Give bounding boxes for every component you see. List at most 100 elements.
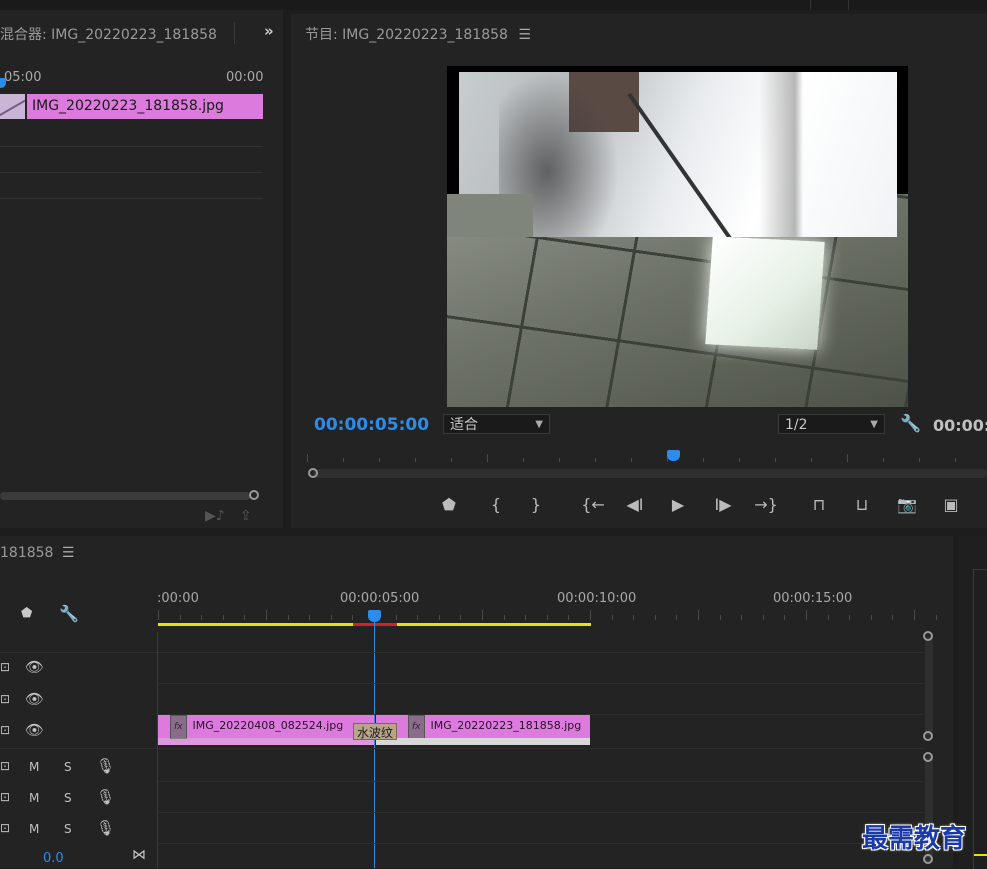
program-monitor: 节目: IMG_20220223_181858 ☰ 00:00:05:00 适合… (291, 14, 987, 528)
timeline-ruler-label: :00:00 (157, 591, 199, 606)
fit-select[interactable]: 适合 ▼ (443, 414, 550, 434)
track-separator (158, 683, 923, 684)
program-zoom-handle-left[interactable] (308, 468, 318, 478)
clip-bottom-band (376, 738, 590, 745)
program-monitor-title[interactable]: 节目: IMG_20220223_181858 ☰ (305, 24, 531, 44)
go-to-out-button[interactable]: →} (754, 494, 778, 516)
microphone-icon[interactable]: 🎙 (96, 819, 115, 837)
comparison-view-icon[interactable]: ▣ (939, 494, 963, 516)
mute-button[interactable]: M (29, 791, 39, 805)
ruler-tick (523, 458, 524, 462)
extract-button[interactable]: ⊔ (850, 494, 874, 516)
bowtie-icon[interactable]: ⋈ (132, 847, 146, 863)
lift-button[interactable]: ⊓ (807, 494, 831, 516)
sync-lock-icon[interactable]: ⊡ (0, 723, 10, 737)
ruler-tick (415, 458, 416, 462)
video-scroll-handle[interactable] (923, 631, 933, 641)
hamburger-menu-icon[interactable]: ☰ (62, 545, 75, 561)
play-button[interactable]: ▶ (666, 494, 690, 516)
audio-scroll-handle[interactable] (923, 854, 933, 864)
sync-lock-icon[interactable]: ⊡ (0, 692, 10, 706)
source-scrollbar[interactable] (0, 492, 250, 500)
video-scrollbar[interactable] (925, 636, 933, 738)
video-clip-label: IMG_20220223_181858.jpg (430, 719, 582, 732)
ruler-tick (784, 615, 786, 620)
timeline-title-text: 181858 (0, 545, 54, 561)
master-volume-value[interactable]: 0.0 (43, 851, 64, 866)
mark-in-button[interactable]: { (484, 494, 508, 516)
ruler-tick (559, 458, 560, 462)
ruler-tick (919, 458, 920, 462)
ruler-tick (266, 610, 267, 620)
audio-meter-border (973, 569, 987, 869)
add-marker-icon[interactable]: ⬟ (21, 606, 32, 621)
ruler-tick (395, 615, 397, 620)
keyframe-preview-clip[interactable] (0, 94, 25, 119)
source-scroll-handle[interactable] (249, 490, 259, 500)
header-separator (0, 652, 157, 653)
solo-button[interactable]: S (64, 791, 72, 805)
source-playhead-icon[interactable] (0, 78, 6, 88)
step-back-button[interactable]: ◀I (623, 494, 647, 516)
timeline-panel: 181858 ☰ ⬟ 🔧 :00:00 00:00:05:00 00:00:10… (0, 536, 953, 868)
ruler-tick (379, 458, 380, 462)
source-panel-title[interactable]: 混合器: IMG_20220223_181858 (0, 24, 217, 44)
hamburger-menu-icon[interactable]: ☰ (518, 27, 531, 43)
timeline-playhead-icon[interactable] (368, 610, 381, 622)
timeline-title[interactable]: 181858 ☰ (0, 545, 74, 561)
video-scroll-handle[interactable] (923, 731, 933, 741)
track-separator (158, 748, 923, 749)
ruler-tick (892, 615, 894, 620)
top-strip-divider (848, 0, 849, 10)
eye-icon[interactable]: 👁 (25, 658, 44, 676)
eye-icon[interactable]: 👁 (25, 690, 44, 708)
microphone-icon[interactable]: 🎙 (96, 788, 115, 806)
program-timecode[interactable]: 00:00:05:00 (314, 415, 429, 435)
program-playhead-icon[interactable] (667, 450, 680, 461)
timeline-ruler-ticks[interactable] (158, 610, 953, 622)
microphone-icon[interactable]: 🎙 (96, 757, 115, 775)
transition-clip[interactable]: 水波纹 (353, 723, 397, 740)
resolution-select[interactable]: 1/2 ▼ (778, 414, 885, 434)
source-ruler-left-label: 05:00 (4, 70, 42, 85)
solo-button[interactable]: S (64, 760, 72, 774)
solo-button[interactable]: S (64, 822, 72, 836)
export-frame-icon[interactable]: ⇪ (240, 508, 252, 524)
sync-lock-icon[interactable]: ⊡ (0, 790, 10, 804)
go-to-in-button[interactable]: {← (581, 494, 605, 516)
mark-out-button[interactable]: } (524, 494, 548, 516)
ruler-tick (568, 615, 570, 620)
add-marker-button[interactable]: ⬟ (437, 494, 461, 516)
ruler-tick (595, 458, 596, 462)
ruler-tick (482, 610, 483, 620)
eye-icon[interactable]: 👁 (25, 721, 44, 739)
clip-bottom-band (158, 738, 374, 745)
ruler-tick (811, 458, 812, 462)
program-zoom-bar[interactable] (313, 469, 987, 478)
wrench-settings-icon[interactable]: 🔧 (900, 414, 921, 434)
ruler-tick (222, 615, 224, 620)
mute-button[interactable]: M (29, 760, 39, 774)
step-forward-button[interactable]: I▶ (711, 494, 735, 516)
track-separator (158, 781, 923, 782)
audio-export-icon[interactable]: ▶♪ (205, 508, 225, 524)
sync-lock-icon[interactable]: ⊡ (0, 821, 10, 835)
program-mini-ruler[interactable] (307, 454, 987, 468)
program-video-frame[interactable] (447, 66, 908, 407)
double-chevron-right-icon[interactable]: » (264, 22, 274, 40)
track-separator (158, 652, 923, 653)
sync-lock-icon[interactable]: ⊡ (0, 660, 10, 674)
ruler-tick (870, 615, 872, 620)
source-clip[interactable]: IMG_20220223_181858.jpg (27, 94, 263, 119)
mute-button[interactable]: M (29, 822, 39, 836)
audio-scroll-handle[interactable] (923, 752, 933, 762)
sync-lock-icon[interactable]: ⊡ (0, 759, 10, 773)
header-separator (0, 748, 157, 749)
wrench-settings-icon[interactable]: 🔧 (59, 604, 79, 623)
chevron-down-icon: ▼ (870, 419, 878, 430)
chevron-down-icon: ▼ (535, 419, 543, 430)
ruler-tick (438, 615, 440, 620)
video-clip-label: IMG_20220408_082524.jpg (192, 719, 344, 732)
ruler-tick (611, 615, 613, 620)
camera-export-frame-icon[interactable]: 📷 (895, 494, 919, 516)
